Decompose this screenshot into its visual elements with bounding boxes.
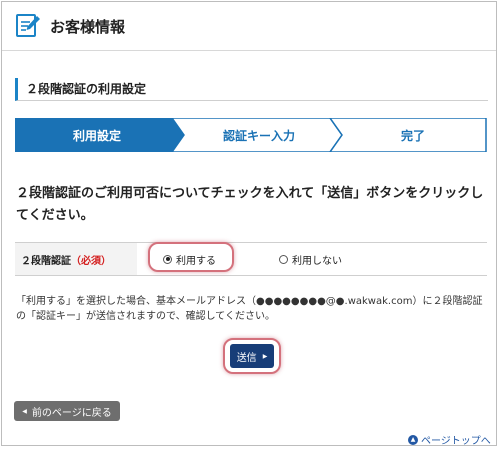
highlight-ring bbox=[148, 242, 234, 272]
submit-button[interactable]: 送信 ▶ bbox=[230, 344, 274, 368]
back-button[interactable]: ◀ 前のページに戻る bbox=[14, 401, 120, 421]
instruction-text: ２段階認証のご利用可否についてチェックを入れて「送信」ボタンをクリックしてくださ… bbox=[16, 186, 484, 223]
radio-not-use[interactable]: 利用しない bbox=[279, 249, 342, 269]
section-heading: ２段階認証の利用設定 bbox=[15, 78, 488, 101]
submit-label: 送信 bbox=[236, 352, 257, 364]
radio-not-use-label: 利用しない bbox=[292, 255, 342, 267]
page-frame: お客様情報 ２段階認証の利用設定 利用設定 認証キー入力 完了 ２段階認証のご利… bbox=[1, 1, 497, 446]
back-label: 前のページに戻る bbox=[31, 407, 112, 419]
step-1-label: 利用設定 bbox=[73, 129, 122, 143]
progress-steps: 利用設定 認証キー入力 完了 bbox=[15, 118, 487, 152]
submit-highlight: 送信 ▶ bbox=[223, 338, 281, 374]
edit-document-icon bbox=[16, 14, 40, 37]
page-header: お客様情報 bbox=[2, 2, 496, 51]
page-top-label: ページトップへ bbox=[421, 436, 491, 446]
step-2-label: 認証キー入力 bbox=[223, 129, 296, 143]
form-row: ２段階認証（必須） 利用する 利用しない bbox=[15, 242, 487, 276]
required-mark: （必須） bbox=[71, 256, 111, 267]
arrow-up-icon: ▲ bbox=[408, 434, 418, 445]
arrow-right-icon: ▶ bbox=[262, 352, 268, 360]
arrow-left-icon: ◀ bbox=[22, 407, 27, 415]
notice-text: 「利用する」を選択した場合、基本メールアドレス（●●●●●●●●@●.wakwa… bbox=[16, 296, 483, 322]
page-title: お客様情報 bbox=[50, 18, 126, 36]
section-title: ２段階認証の利用設定 bbox=[26, 82, 147, 96]
page-top-link[interactable]: ▲ ページトップへ bbox=[408, 432, 491, 446]
field-label: ２段階認証 bbox=[21, 256, 71, 267]
form-row-header: ２段階認証（必須） bbox=[15, 243, 137, 275]
step-3-label: 完了 bbox=[401, 129, 426, 143]
radio-unchecked-icon[interactable] bbox=[279, 254, 288, 264]
form-row-label: ２段階認証（必須） bbox=[21, 252, 111, 267]
